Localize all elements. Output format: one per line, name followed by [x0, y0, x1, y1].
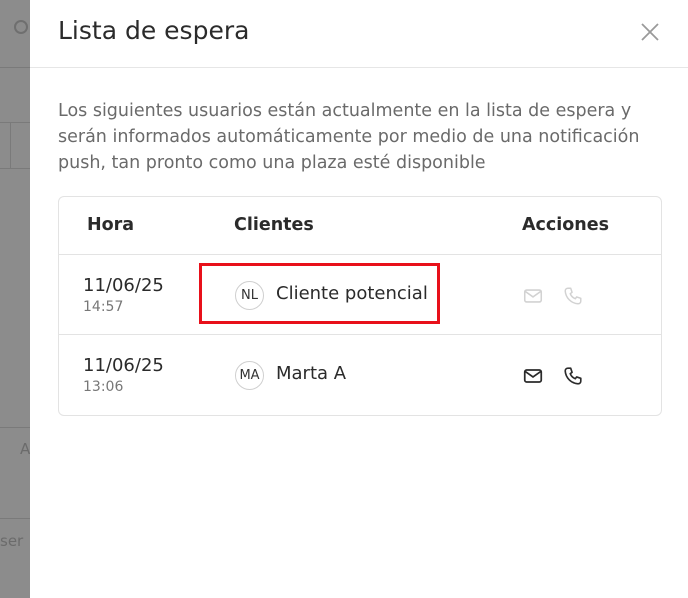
- divider: [0, 67, 30, 68]
- divider: [0, 427, 30, 428]
- row-time: 13:06: [83, 379, 124, 395]
- call-button[interactable]: [562, 365, 584, 387]
- modal-description: Los siguientes usuarios están actualment…: [58, 101, 640, 173]
- phone-icon: [564, 287, 582, 305]
- row-date: 11/06/25: [83, 275, 164, 296]
- mail-icon: [523, 289, 543, 303]
- column-header-actions: Acciones: [522, 215, 610, 235]
- avatar[interactable]: MA: [235, 361, 264, 390]
- close-icon: [641, 23, 659, 41]
- email-button[interactable]: [522, 285, 544, 307]
- call-button[interactable]: [562, 285, 584, 307]
- modal-title: Lista de espera: [58, 16, 250, 45]
- divider: [10, 122, 11, 168]
- divider: [0, 518, 30, 519]
- column-header-time: Hora: [87, 215, 135, 235]
- row-time: 14:57: [83, 299, 124, 315]
- table-header: Hora Clientes Acciones: [59, 197, 661, 255]
- table-row: 11/06/25 13:06 MA Marta A: [59, 335, 661, 415]
- background-text: ser: [0, 532, 24, 550]
- waitlist-table: Hora Clientes Acciones 11/06/25 14:57 NL…: [58, 196, 662, 416]
- client-name[interactable]: Cliente potencial: [276, 283, 428, 304]
- divider: [0, 122, 30, 123]
- table-row: 11/06/25 14:57 NL Cliente potencial: [59, 255, 661, 335]
- email-button[interactable]: [522, 365, 544, 387]
- search-icon: [14, 20, 28, 34]
- background-text: A: [20, 440, 31, 458]
- phone-icon: [564, 367, 582, 385]
- mail-icon: [523, 369, 543, 383]
- avatar[interactable]: NL: [235, 281, 264, 310]
- divider: [0, 168, 30, 169]
- row-date: 11/06/25: [83, 355, 164, 376]
- waitlist-modal: Lista de espera Los siguientes usuarios …: [30, 0, 688, 598]
- client-name[interactable]: Marta A: [276, 363, 346, 384]
- modal-header: Lista de espera: [30, 0, 688, 68]
- column-header-clients: Clientes: [234, 215, 314, 235]
- close-button[interactable]: [638, 20, 662, 44]
